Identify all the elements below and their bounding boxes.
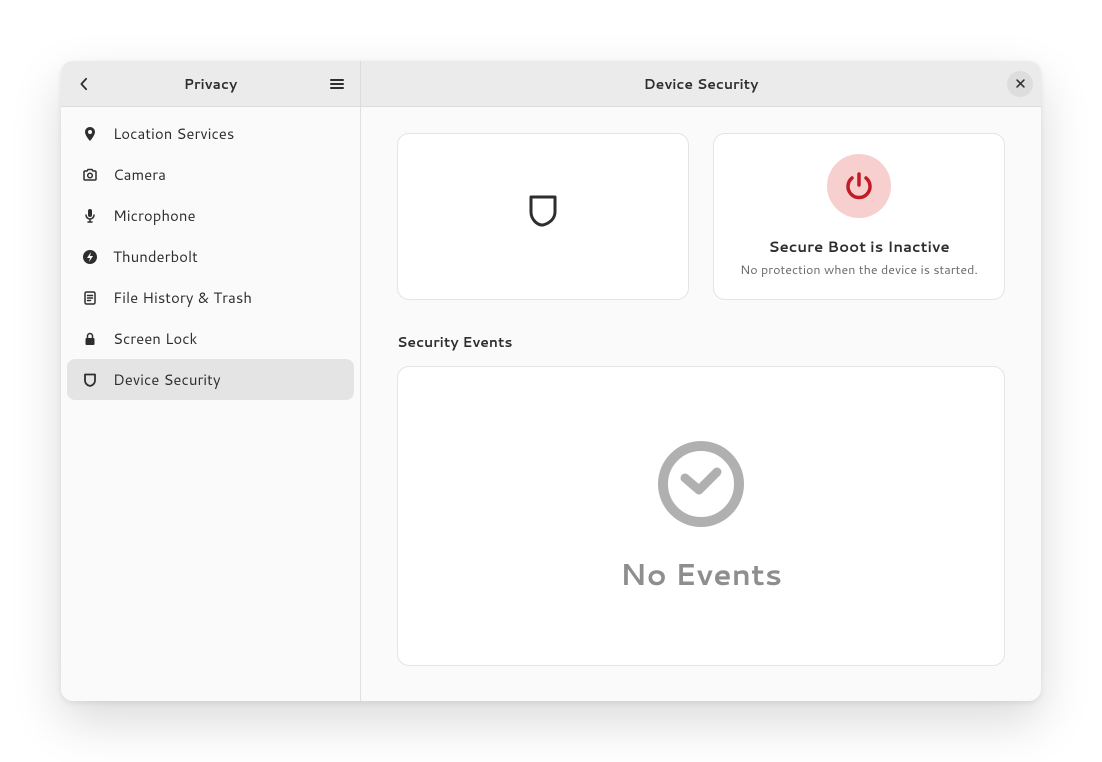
shield-icon [81, 371, 99, 389]
sidebar-title: Privacy [61, 74, 360, 94]
back-button[interactable] [67, 67, 101, 101]
no-events-label: No Events [620, 552, 782, 595]
sidebar-item-label: Microphone [113, 205, 196, 226]
close-button[interactable] [1007, 71, 1033, 97]
sidebar-item-filehistory[interactable]: File History & Trash [67, 277, 354, 318]
thunderbolt-icon [81, 248, 99, 266]
sidebar-item-screenlock[interactable]: Screen Lock [67, 318, 354, 359]
sidebar: Location Services Camera Microphone Thun… [61, 107, 361, 701]
secure-boot-subtitle: No protection when the device is started… [740, 261, 978, 279]
power-icon-circle [827, 154, 891, 218]
sidebar-item-label: Camera [113, 164, 166, 185]
settings-window: Privacy Device Security Location Serv [61, 61, 1041, 701]
sidebar-item-devicesecurity[interactable]: Device Security [67, 359, 354, 400]
camera-icon [81, 166, 99, 184]
sidebar-item-label: Location Services [113, 123, 234, 144]
chevron-left-icon [77, 77, 91, 91]
shield-outline-icon [528, 194, 558, 228]
security-status-card[interactable] [397, 133, 689, 300]
page-title: Device Security [361, 74, 1041, 94]
sidebar-item-camera[interactable]: Camera [67, 154, 354, 195]
power-icon [843, 170, 875, 202]
headerbar-container: Privacy Device Security [61, 61, 1041, 107]
content-area: Location Services Camera Microphone Thun… [61, 107, 1041, 701]
close-icon [1015, 78, 1026, 89]
security-events-box: No Events [397, 366, 1005, 666]
hamburger-icon [329, 76, 345, 92]
main-headerbar: Device Security [361, 61, 1041, 107]
clock-icon [655, 438, 747, 530]
menu-button[interactable] [320, 67, 354, 101]
sidebar-item-microphone[interactable]: Microphone [67, 195, 354, 236]
secure-boot-title: Secure Boot is Inactive [768, 236, 949, 257]
secure-boot-card[interactable]: Secure Boot is Inactive No protection wh… [713, 133, 1005, 300]
sidebar-item-label: Screen Lock [113, 328, 197, 349]
lock-icon [81, 330, 99, 348]
sidebar-item-location[interactable]: Location Services [67, 113, 354, 154]
status-cards: Secure Boot is Inactive No protection wh… [397, 133, 1005, 300]
sidebar-item-label: Device Security [113, 369, 221, 390]
microphone-icon [81, 207, 99, 225]
location-icon [81, 125, 99, 143]
file-icon [81, 289, 99, 307]
sidebar-headerbar: Privacy [61, 61, 361, 107]
sidebar-item-thunderbolt[interactable]: Thunderbolt [67, 236, 354, 277]
main-panel: Secure Boot is Inactive No protection wh… [361, 107, 1041, 701]
security-events-heading: Security Events [397, 332, 1005, 352]
sidebar-item-label: File History & Trash [113, 287, 252, 308]
sidebar-item-label: Thunderbolt [113, 246, 198, 267]
